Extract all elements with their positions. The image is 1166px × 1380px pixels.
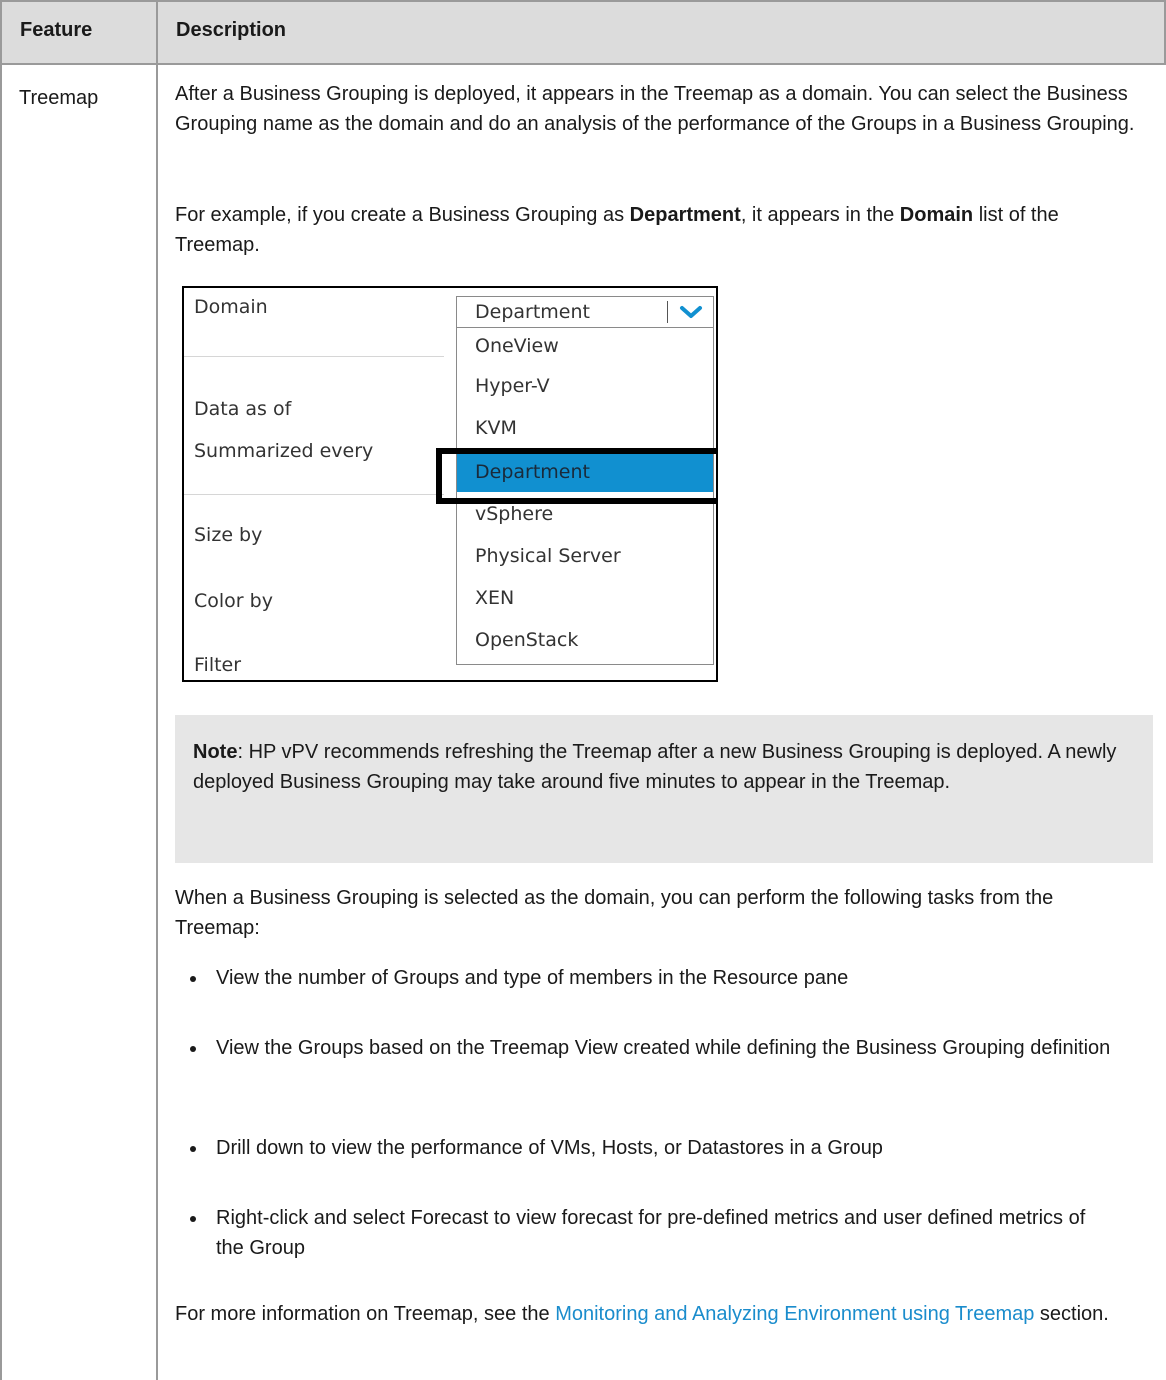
table-border-left: [0, 0, 2, 1380]
domain-option[interactable]: Physical Server: [457, 538, 713, 576]
list-item-text: View the Groups based on the Treemap Vie…: [216, 1037, 1111, 1059]
example-text-2: , it appears in the: [740, 204, 900, 226]
domain-option[interactable]: OneView: [457, 328, 713, 366]
select-divider: [667, 301, 668, 323]
example-text-1: For example, if you create a Business Gr…: [175, 204, 630, 226]
more-info-text: For more information on Treemap, see the: [175, 1303, 556, 1325]
label-filter: Filter: [194, 654, 242, 676]
label-data-as-of: Data as of: [194, 398, 292, 420]
bullet-icon: [190, 976, 196, 982]
separator: [184, 356, 444, 357]
label-size-by: Size by: [194, 524, 263, 546]
note-label: Note: [193, 741, 238, 763]
domain-option[interactable]: Hyper-V: [457, 368, 713, 406]
label-summarized-every: Summarized every: [194, 440, 374, 462]
feature-cell: Treemap: [19, 87, 99, 109]
tasks-paragraph: When a Business Grouping is selected as …: [175, 887, 1054, 939]
domain-option[interactable]: XEN: [457, 580, 713, 618]
treemap-section-link[interactable]: Monitoring and Analyzing Environment usi…: [555, 1303, 1034, 1325]
bullet-icon: [190, 1216, 196, 1222]
list-item-text: Drill down to view the performance of VM…: [216, 1137, 883, 1159]
more-info-suffix: section.: [1034, 1303, 1109, 1325]
domain-dropdown-screenshot: Domain Data as of Summarized every Size …: [182, 286, 718, 682]
domain-option[interactable]: KVM: [457, 410, 713, 448]
label-color-by: Color by: [194, 590, 273, 612]
chevron-down-icon[interactable]: [679, 303, 703, 321]
header-description: Description: [176, 19, 287, 41]
header-feature: Feature: [20, 19, 93, 41]
table-border-top: [0, 0, 1166, 2]
note-body: : HP vPV recommends refreshing the Treem…: [193, 741, 1117, 793]
separator: [184, 494, 444, 495]
header-divider: [0, 63, 1166, 65]
list-item-text: Right-click and select Forecast to view …: [216, 1207, 1086, 1259]
bullet-icon: [190, 1046, 196, 1052]
domain-option[interactable]: OpenStack: [457, 622, 713, 660]
column-divider: [156, 0, 158, 1380]
intro-paragraph: After a Business Grouping is deployed, i…: [175, 83, 1135, 135]
note-box: Note: HP vPV recommends refreshing the T…: [175, 715, 1153, 863]
bullet-icon: [190, 1146, 196, 1152]
note-text: Note: HP vPV recommends refreshing the T…: [193, 737, 1123, 797]
example-paragraph: For example, if you create a Business Gr…: [175, 200, 1135, 260]
list-item-text: View the number of Groups and type of me…: [216, 967, 849, 989]
table-header-row: [0, 0, 1166, 64]
highlight-box: [436, 448, 716, 504]
domain-select[interactable]: Department: [456, 296, 714, 328]
domain-select-value: Department: [475, 301, 590, 323]
example-bold-department: Department: [629, 204, 741, 226]
example-bold-domain: Domain: [899, 204, 974, 226]
more-info-paragraph: For more information on Treemap, see the…: [175, 1299, 1135, 1329]
label-domain: Domain: [194, 296, 268, 318]
feature-table: Feature Description Treemap After a Busi…: [0, 0, 1166, 1380]
